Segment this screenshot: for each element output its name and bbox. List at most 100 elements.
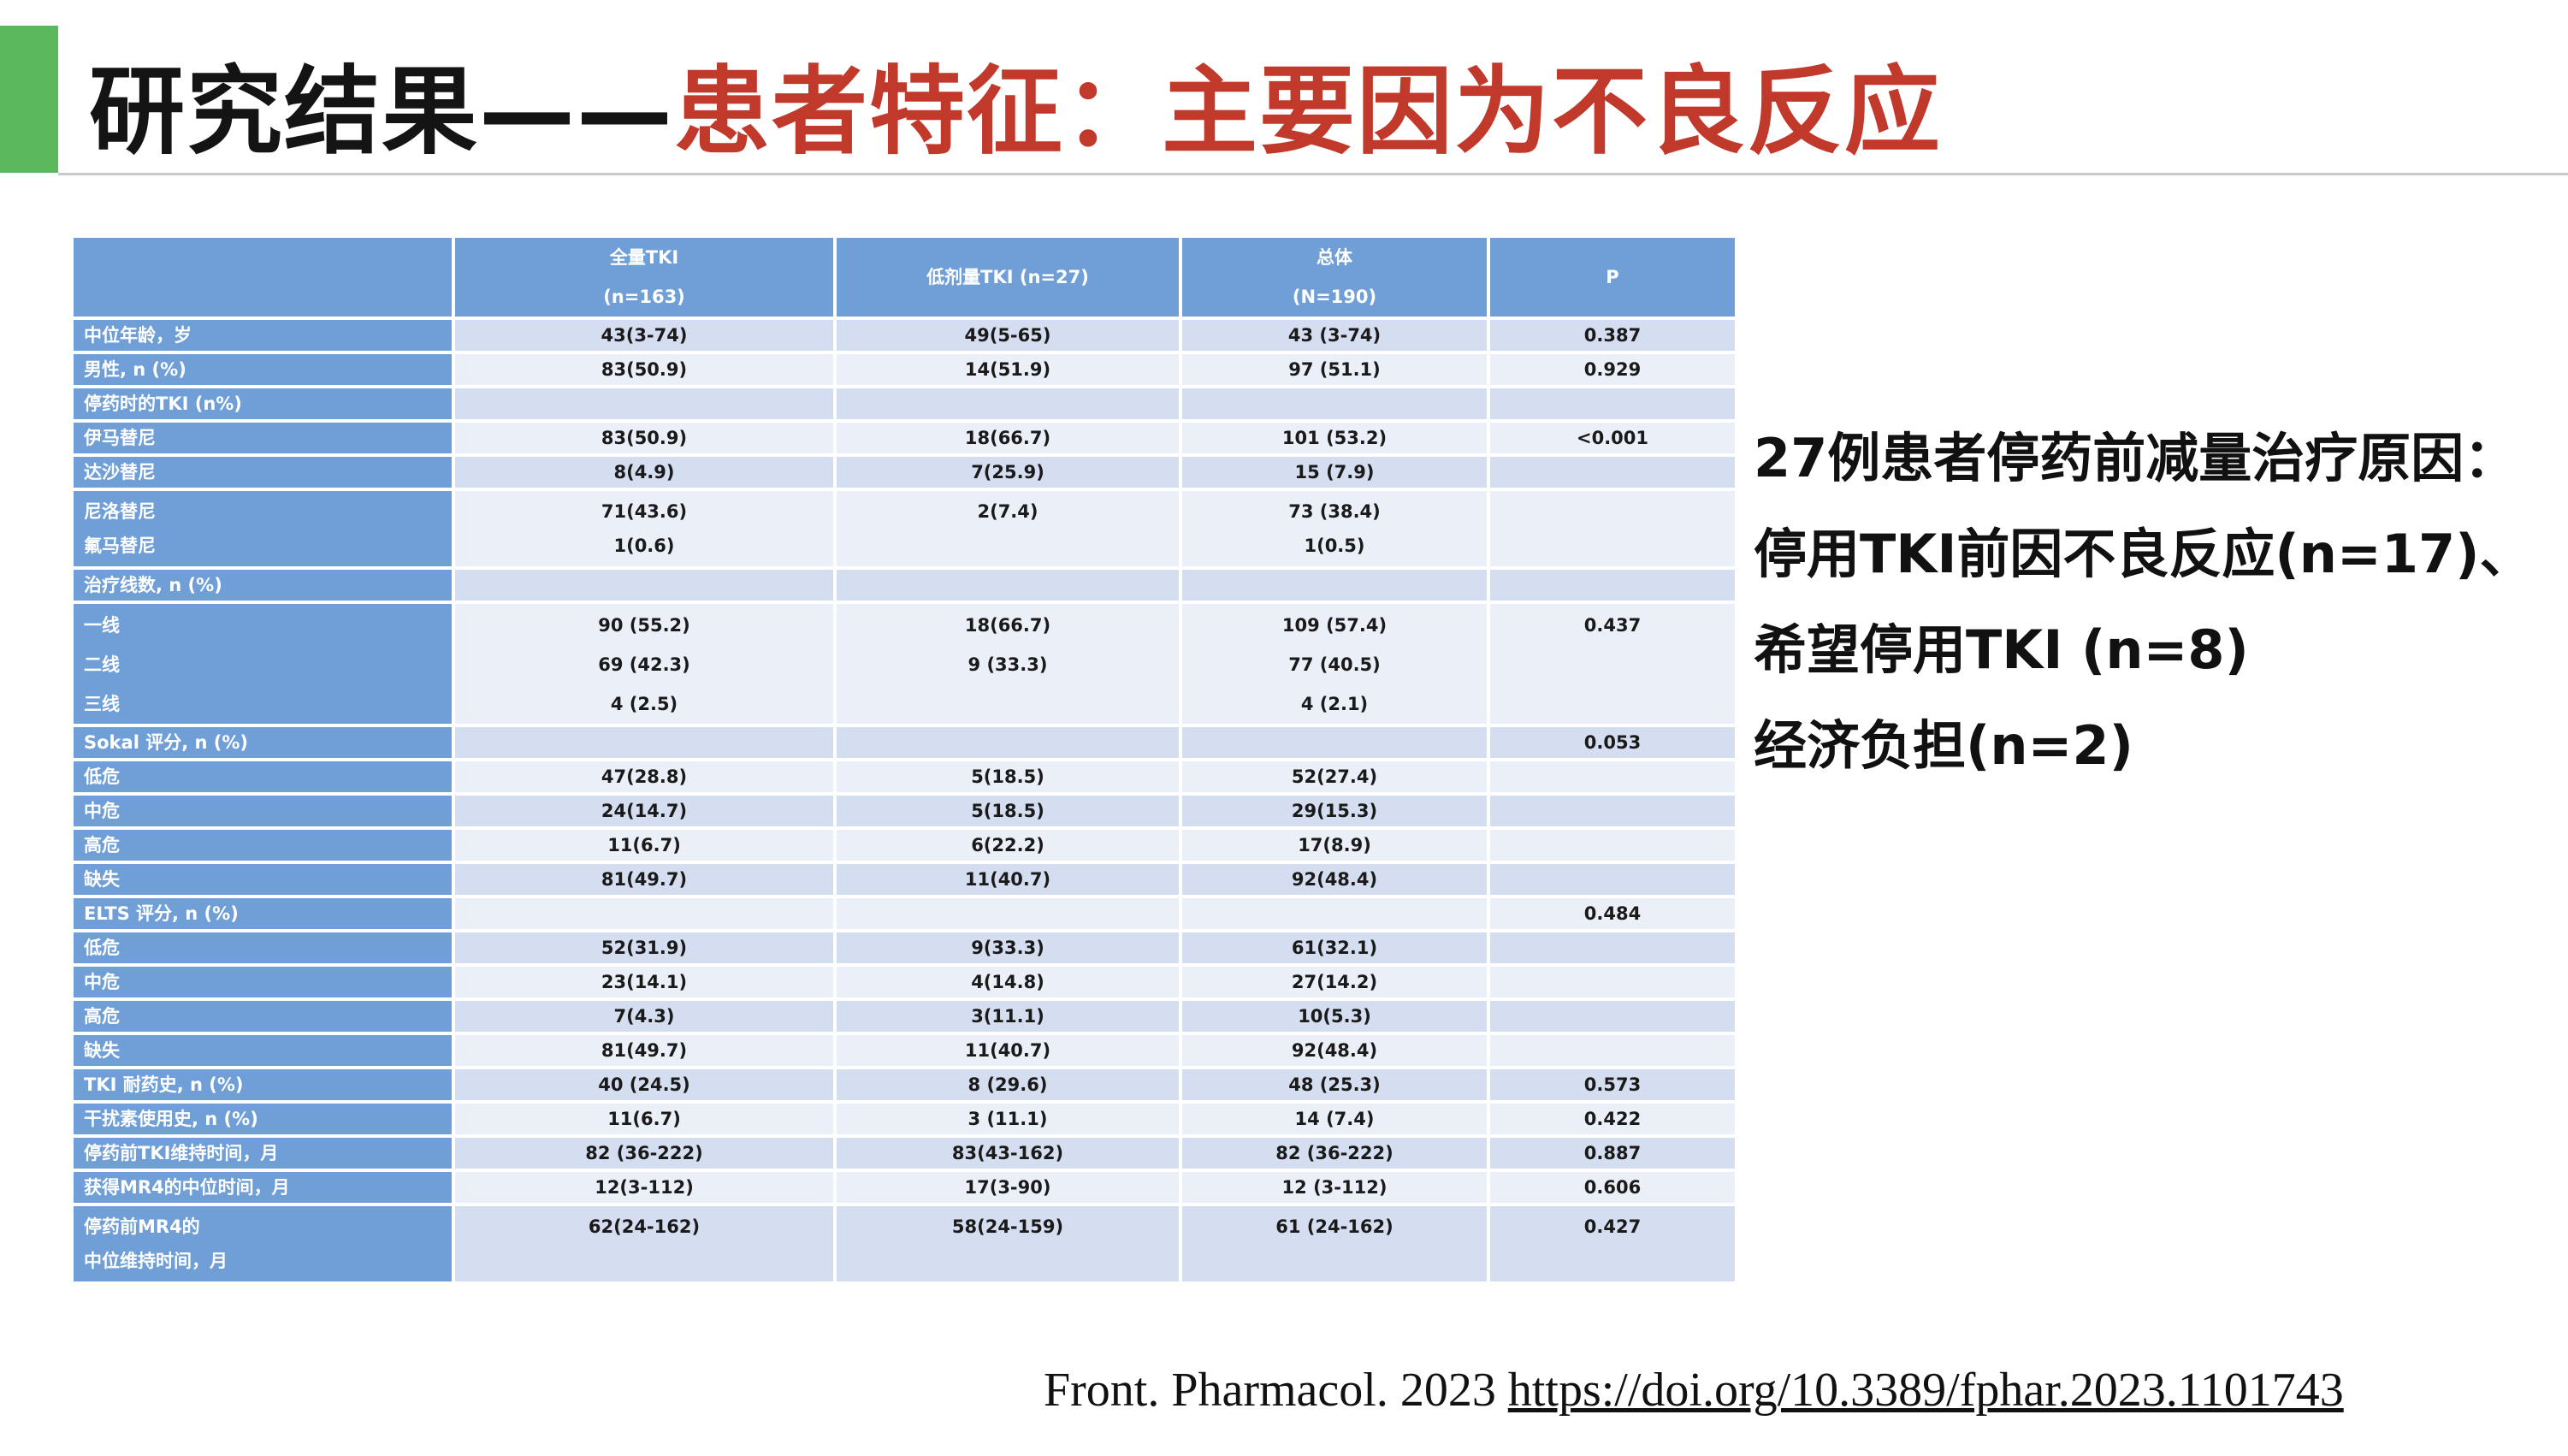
note-line: 停用TKI前因不良反应(n=17)、 (1754, 523, 2533, 585)
cell-line: 7(4.3) (613, 1006, 675, 1027)
cell-line: TKI 耐药史, n (%) (84, 1074, 244, 1095)
table-body: 中位年龄，岁 43(3-74) 49(5-65) 43 (3-74) 0.387 男性, … (70, 317, 1738, 1285)
cell-low-dose: 18(66.7) (833, 419, 1182, 457)
cell-low-dose: 7(25.9) (833, 453, 1182, 491)
cell-line: 干扰素使用史, n (%) (84, 1109, 258, 1129)
header-line: 总体 (1317, 247, 1352, 268)
row-label: 干扰素使用史, n (%) (70, 1100, 455, 1138)
table-row: 停药前TKI维持时间，月 82 (36-222) 83(43-162) 82 (36-… (70, 1134, 1738, 1172)
cell-line: 6(22.2) (971, 835, 1044, 855)
cell-line: 0.887 (1583, 1143, 1642, 1163)
cell-line: 8 (29.6) (967, 1074, 1048, 1095)
cell-line: 17(3-90) (964, 1177, 1051, 1198)
citation-source: Front. Pharmacol. 2023 (1044, 1364, 1508, 1417)
cell-line: 92(48.4) (1291, 869, 1378, 890)
cell-p-value: 0.573 (1487, 1066, 1738, 1104)
cell-line (1492, 571, 1733, 599)
cell-line (1184, 1244, 1485, 1278)
title-divider (58, 173, 2568, 175)
row-label: 治疗线数, n (%) (70, 566, 455, 604)
cell-line: 缺失 (84, 869, 120, 890)
cell-overall: 82 (36-222) (1179, 1134, 1490, 1172)
cell-full-dose (452, 566, 837, 604)
cell-line: 43(3-74) (601, 325, 688, 346)
doi-link[interactable]: https://doi.org/10.3389/fphar.2023.11017… (1508, 1364, 2344, 1417)
row-label: 达沙替尼 (70, 453, 455, 491)
cell-low-dose (833, 895, 1182, 932)
cell-low-dose (833, 724, 1182, 761)
slide-title: 研究结果——患者特征：主要因为不良反应 (89, 48, 1942, 176)
cell-p-value: 0.053 (1487, 724, 1738, 761)
cell-low-dose (833, 385, 1182, 423)
cell-line: 0.437 (1583, 615, 1642, 636)
cell-p-value (1487, 566, 1738, 604)
cell-line: 40 (24.5) (598, 1074, 690, 1095)
cell-line: 71(43.6) (601, 501, 688, 522)
note-line: 27例患者停药前减量治疗原因： (1754, 427, 2518, 489)
cell-line: 73 (38.4) (1288, 501, 1381, 522)
cell-line: 中危 (84, 801, 120, 821)
cell-line (1492, 1003, 1733, 1030)
cell-line: 0.573 (1583, 1074, 1642, 1095)
cell-p-value: 0.929 (1487, 351, 1738, 388)
cell-overall: 14 (7.4) (1179, 1100, 1490, 1138)
row-label: 中位年龄，岁 (70, 317, 455, 354)
table-row: 干扰素使用史, n (%) 11(6.7) 3 (11.1) 14 (7.4) 0.42… (70, 1100, 1738, 1138)
cell-line: 获得MR4的中位时间，月 (84, 1177, 290, 1198)
cell-line: 11(40.7) (964, 1040, 1051, 1061)
cell-p-value: 0.427 (1487, 1203, 1738, 1285)
cell-line: 83(43-162) (951, 1143, 1064, 1163)
cell-line: 58(24-159) (951, 1216, 1064, 1237)
cell-low-dose: 4(14.8) (833, 963, 1182, 1001)
cell-line: 18(66.7) (964, 428, 1051, 448)
cell-full-dose: 71(43.6) 1(0.6) (452, 488, 837, 570)
cell-overall: 17(8.9) (1179, 826, 1490, 864)
cell-p-value (1487, 758, 1738, 796)
cell-line: 高危 (84, 1006, 120, 1027)
cell-full-dose: 7(4.3) (452, 997, 837, 1035)
cell-line: 81(49.7) (601, 869, 688, 890)
cell-line: 24(14.7) (601, 801, 688, 821)
cell-low-dose: 9(33.3) (833, 929, 1182, 967)
table-row: 伊马替尼 83(50.9) 18(66.7) 101 (53.2) <0.001 (70, 419, 1738, 457)
cell-overall: 15 (7.9) (1179, 453, 1490, 491)
cell-line: 1(0.6) (613, 536, 675, 556)
cell-overall: 10(5.3) (1179, 997, 1490, 1035)
cell-line: 0.427 (1583, 1216, 1642, 1237)
cell-line: 9(33.3) (971, 938, 1044, 958)
cell-line: 12(3-112) (595, 1177, 694, 1198)
cell-line (1184, 900, 1485, 927)
cell-p-value: 0.484 (1487, 895, 1738, 932)
cell-p-value (1487, 792, 1738, 830)
row-label: Sokal 评分, n (%) (70, 724, 455, 761)
header-line: (N=190) (1292, 287, 1377, 307)
cell-line (1492, 763, 1733, 790)
cell-line: 低危 (84, 766, 120, 787)
cell-full-dose: 81(49.7) (452, 1032, 837, 1069)
cell-overall: 43 (3-74) (1179, 317, 1490, 354)
cell-line: 47(28.8) (601, 766, 688, 787)
cell-line: 12 (3-112) (1281, 1177, 1388, 1198)
cell-line: ELTS 评分, n (%) (84, 903, 239, 924)
cell-p-value: 0.437 (1487, 601, 1738, 727)
table-row: 治疗线数, n (%) (70, 566, 1738, 604)
cell-p-value: 0.387 (1487, 317, 1738, 354)
header-line: 低剂量TKI (n=27) (926, 267, 1089, 287)
cell-line: 达沙替尼 (84, 462, 156, 482)
cell-overall: 97 (51.1) (1179, 351, 1490, 388)
cell-full-dose: 24(14.7) (452, 792, 837, 830)
cell-line (457, 390, 831, 417)
cell-line (1492, 684, 1733, 722)
cell-line: 停药前MR4的 (84, 1216, 200, 1237)
cell-line: 0.387 (1583, 325, 1642, 346)
cell-line: 高危 (84, 835, 120, 855)
table-row: 一线 二线 三线 90 (55.2) 69 (42.3) 4 (2.5) 18(66.7) 9… (70, 601, 1738, 727)
cell-line: 18(66.7) (964, 615, 1051, 636)
cell-line: 27(14.2) (1291, 972, 1378, 992)
header-cell-overall: 总体 (N=190) (1179, 234, 1490, 320)
cell-line: 伊马替尼 (84, 428, 156, 448)
row-label: 一线 二线 三线 (70, 601, 455, 727)
header-line: P (1606, 267, 1619, 287)
header-cell-full-dose: 全量TKI (n=163) (452, 234, 837, 320)
cell-line: 9 (33.3) (967, 654, 1048, 675)
